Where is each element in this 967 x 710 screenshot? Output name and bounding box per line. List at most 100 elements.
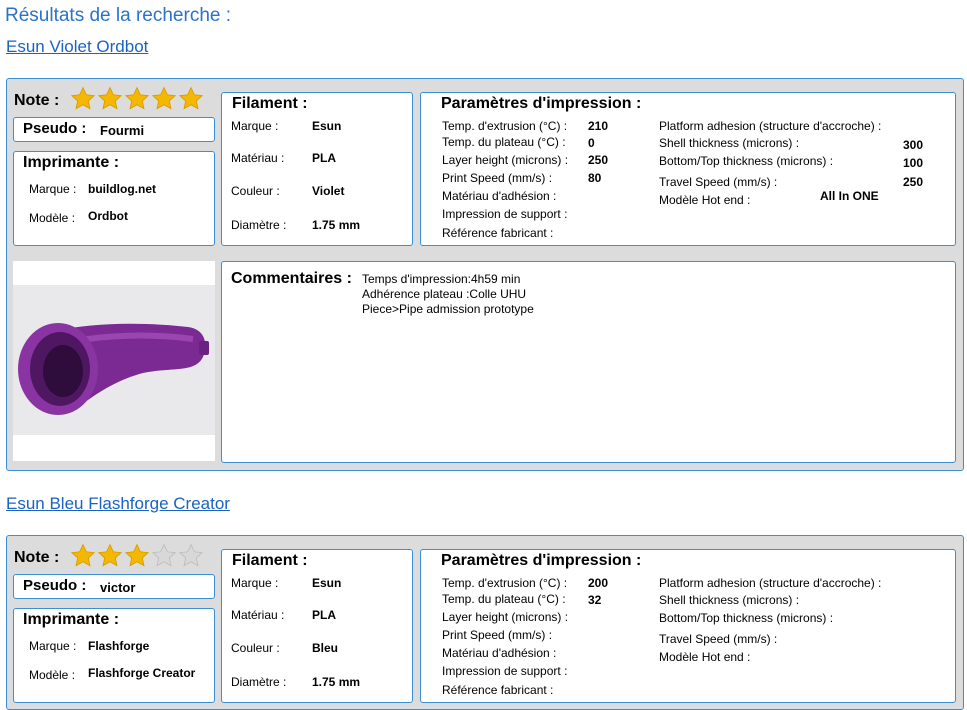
- printer-brand-label: Marque :: [29, 639, 77, 653]
- star-filled-icon: [124, 543, 150, 567]
- comment-line: Piece>Pipe admission prototype: [362, 302, 534, 316]
- travel-speed-label: Travel Speed (mm/s) :: [659, 632, 778, 646]
- pseudo-box: Pseudo : Fourmi: [13, 117, 215, 142]
- printer-model-value: Flashforge Creator: [88, 666, 196, 680]
- adhesion-material-label: Matériau d'adhésion :: [442, 646, 557, 660]
- filament-diameter-label: Diamètre :: [231, 675, 287, 689]
- params-box: Paramètres d'impression : Temp. d'extrus…: [420, 549, 956, 703]
- temp-plateau-label: Temp. du plateau (°C) :: [442, 135, 566, 149]
- filament-color-value: Bleu: [312, 641, 339, 655]
- layer-height-label: Layer height (microns) :: [442, 610, 569, 624]
- hot-end-label: Modèle Hot end :: [659, 650, 751, 664]
- travel-speed-value: 250: [903, 175, 924, 189]
- printer-box: Imprimante : Marque : Flashforge Modèle …: [13, 608, 215, 703]
- bottom-top-label: Bottom/Top thickness (microns) :: [659, 154, 834, 168]
- manufacturer-ref-label: Référence fabricant :: [442, 226, 554, 240]
- temp-extrusion-value: 200: [588, 576, 609, 590]
- hot-end-label: Modèle Hot end :: [659, 193, 751, 207]
- filament-color-value: Violet: [312, 184, 345, 198]
- bottom-top-value: 100: [903, 156, 924, 170]
- filament-box: Filament : Marque : Esun Matériau : PLA …: [221, 549, 413, 703]
- printer-model-value: Ordbot: [88, 209, 128, 223]
- print-speed-label: Print Speed (mm/s) :: [442, 628, 553, 642]
- filament-material-value: PLA: [312, 151, 336, 165]
- filament-material-label: Matériau :: [231, 151, 285, 165]
- filament-material-value: PLA: [312, 608, 336, 622]
- platform-adhesion-label: Platform adhesion (structure d'accroche)…: [659, 576, 882, 590]
- temp-plateau-value: 32: [588, 593, 602, 607]
- rating-stars: [70, 543, 204, 569]
- filament-color-label: Couleur :: [231, 641, 280, 655]
- filament-title: Filament :: [232, 552, 308, 569]
- result-card: Note : Pseudo : Fourmi Imprimante : Marq…: [6, 78, 964, 471]
- temp-plateau-value: 0: [588, 136, 595, 150]
- comment-line: Temps d'impression:4h59 min: [362, 272, 521, 286]
- printer-model-label: Modèle :: [29, 211, 76, 225]
- filament-diameter-label: Diamètre :: [231, 218, 287, 232]
- filament-diameter-value: 1.75 mm: [312, 675, 361, 689]
- note-label: Note :: [14, 549, 60, 566]
- support-label: Impression de support :: [442, 207, 568, 221]
- platform-adhesion-label: Platform adhesion (structure d'accroche)…: [659, 119, 882, 133]
- printer-box: Imprimante : Marque : buildlog.net Modèl…: [13, 151, 215, 246]
- filament-color-label: Couleur :: [231, 184, 280, 198]
- rating-stars: [70, 86, 204, 112]
- star-empty-icon: [178, 543, 204, 567]
- filament-diameter-value: 1.75 mm: [312, 218, 361, 232]
- filament-title: Filament :: [232, 95, 308, 112]
- pseudo-value: Fourmi: [100, 123, 145, 138]
- shell-thickness-value: 300: [903, 138, 924, 152]
- layer-height-label: Layer height (microns) :: [442, 153, 569, 167]
- support-label: Impression de support :: [442, 664, 568, 678]
- filament-brand-label: Marque :: [231, 119, 279, 133]
- temp-plateau-label: Temp. du plateau (°C) :: [442, 592, 566, 606]
- star-filled-icon: [70, 86, 96, 110]
- star-filled-icon: [124, 86, 150, 110]
- params-title: Paramètres d'impression :: [441, 552, 642, 569]
- temp-extrusion-label: Temp. d'extrusion (°C) :: [442, 119, 568, 133]
- layer-height-value: 250: [588, 153, 609, 167]
- pseudo-box: Pseudo : victor: [13, 574, 215, 599]
- print-photo[interactable]: [13, 261, 215, 461]
- print-speed-value: 80: [588, 171, 602, 185]
- star-filled-icon: [151, 86, 177, 110]
- printer-brand-label: Marque :: [29, 182, 77, 196]
- comments-title: Commentaires :: [231, 270, 352, 287]
- note-label: Note :: [14, 92, 60, 109]
- star-filled-icon: [178, 86, 204, 110]
- pseudo-label: Pseudo :: [23, 577, 87, 594]
- pseudo-label: Pseudo :: [23, 120, 87, 137]
- bottom-top-label: Bottom/Top thickness (microns) :: [659, 611, 834, 625]
- purple-pipe-image: [13, 261, 215, 461]
- star-filled-icon: [97, 543, 123, 567]
- printer-title: Imprimante :: [23, 154, 120, 171]
- filament-brand-label: Marque :: [231, 576, 279, 590]
- filament-brand-value: Esun: [312, 576, 342, 590]
- travel-speed-label: Travel Speed (mm/s) :: [659, 175, 778, 189]
- pseudo-value: victor: [100, 580, 136, 595]
- params-box: Paramètres d'impression : Temp. d'extrus…: [420, 92, 956, 246]
- params-title: Paramètres d'impression :: [441, 95, 642, 112]
- hot-end-value: All In ONE: [820, 189, 879, 203]
- comments-text: Temps d'impression:4h59 min Adhérence pl…: [362, 272, 534, 317]
- printer-brand-value: buildlog.net: [88, 182, 156, 196]
- comments-box: Commentaires : Temps d'impression:4h59 m…: [221, 261, 956, 463]
- result-link[interactable]: Esun Bleu Flashforge Creator: [6, 494, 230, 514]
- manufacturer-ref-label: Référence fabricant :: [442, 683, 554, 697]
- printer-model-label: Modèle :: [29, 668, 76, 682]
- printer-title: Imprimante :: [23, 611, 120, 628]
- shell-thickness-label: Shell thickness (microns) :: [659, 593, 800, 607]
- result-card: Note : Pseudo : victor Imprimante : Marq…: [6, 535, 964, 710]
- star-filled-icon: [97, 86, 123, 110]
- printer-brand-value: Flashforge: [88, 639, 150, 653]
- shell-thickness-label: Shell thickness (microns) :: [659, 136, 800, 150]
- temp-extrusion-value: 210: [588, 119, 609, 133]
- filament-box: Filament : Marque : Esun Matériau : PLA …: [221, 92, 413, 246]
- star-filled-icon: [70, 543, 96, 567]
- print-speed-label: Print Speed (mm/s) :: [442, 171, 553, 185]
- filament-brand-value: Esun: [312, 119, 342, 133]
- comment-line: Adhérence plateau :Colle UHU: [362, 287, 527, 301]
- filament-material-label: Matériau :: [231, 608, 285, 622]
- result-link[interactable]: Esun Violet Ordbot: [6, 37, 148, 57]
- star-empty-icon: [151, 543, 177, 567]
